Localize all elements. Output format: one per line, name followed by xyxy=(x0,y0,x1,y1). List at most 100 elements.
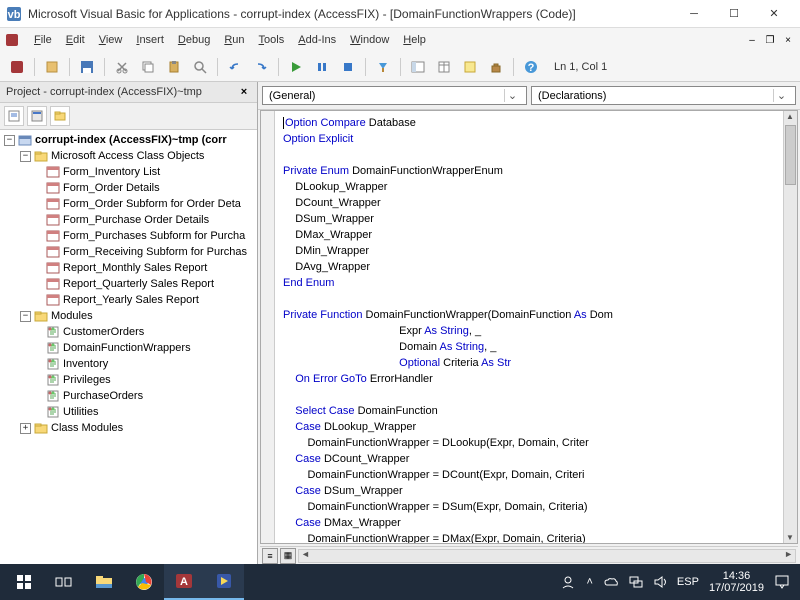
menu-view[interactable]: View xyxy=(93,32,129,48)
full-module-view-button[interactable]: ▦ xyxy=(280,548,296,564)
start-button[interactable] xyxy=(4,564,44,600)
collapse-icon[interactable]: − xyxy=(20,151,31,162)
volume-icon[interactable] xyxy=(653,575,667,589)
notifications-icon[interactable] xyxy=(774,574,790,590)
tree-item[interactable]: Form_Receiving Subform for Purchas xyxy=(2,244,255,260)
tree-item[interactable]: Report_Monthly Sales Report xyxy=(2,260,255,276)
redo-button[interactable] xyxy=(250,56,272,78)
onedrive-icon[interactable] xyxy=(603,576,619,588)
tree-item[interactable]: Form_Purchase Order Details xyxy=(2,212,255,228)
find-button[interactable] xyxy=(189,56,211,78)
menu-window[interactable]: Window xyxy=(344,32,395,48)
chrome-button[interactable] xyxy=(124,564,164,600)
module-icon xyxy=(46,325,60,339)
insert-button[interactable] xyxy=(41,56,63,78)
collapse-icon[interactable]: − xyxy=(4,135,15,146)
run-button[interactable] xyxy=(285,56,307,78)
access-taskbar-button[interactable]: A xyxy=(164,564,204,600)
tree-item-label: CustomerOrders xyxy=(63,326,144,338)
tree-item[interactable]: DomainFunctionWrappers xyxy=(2,340,255,356)
copy-button[interactable] xyxy=(137,56,159,78)
project-root[interactable]: − corrupt-index (AccessFIX)~tmp (corr xyxy=(2,132,255,148)
tree-item[interactable]: CustomerOrders xyxy=(2,324,255,340)
maximize-button[interactable]: ☐ xyxy=(714,1,754,27)
menu-file[interactable]: FFileile xyxy=(28,32,58,48)
people-icon[interactable] xyxy=(560,574,576,590)
save-button[interactable] xyxy=(76,56,98,78)
tree-item-label: DomainFunctionWrappers xyxy=(63,342,191,354)
tree-item[interactable]: Form_Purchases Subform for Purcha xyxy=(2,228,255,244)
network-icon[interactable] xyxy=(629,575,643,589)
task-view-button[interactable] xyxy=(44,564,84,600)
reset-button[interactable] xyxy=(337,56,359,78)
collapse-icon[interactable]: − xyxy=(20,311,31,322)
view-access-button[interactable] xyxy=(6,56,28,78)
menu-tools[interactable]: Tools xyxy=(253,32,291,48)
form-icon xyxy=(46,165,60,179)
menu-run[interactable]: Run xyxy=(218,32,250,48)
toolbox-button[interactable] xyxy=(485,56,507,78)
mdi-minimize[interactable]: – xyxy=(744,33,760,47)
svg-text:A: A xyxy=(180,576,188,588)
expand-icon[interactable]: + xyxy=(20,423,31,434)
mdi-close[interactable]: × xyxy=(780,33,796,47)
tree-item-label: Form_Order Subform for Order Deta xyxy=(63,198,241,210)
tree-item[interactable]: Utilities xyxy=(2,404,255,420)
tree-item-label: Utilities xyxy=(63,406,98,418)
tree-item[interactable]: Form_Inventory List xyxy=(2,164,255,180)
menu-edit[interactable]: Edit xyxy=(60,32,91,48)
procedure-view-button[interactable]: ≡ xyxy=(262,548,278,564)
folder-class-modules[interactable]: + Class Modules xyxy=(2,420,255,436)
language-indicator[interactable]: ESP xyxy=(677,576,699,588)
project-explorer-button[interactable] xyxy=(407,56,429,78)
tree-item[interactable]: Form_Order Details xyxy=(2,180,255,196)
tray-chevron-icon[interactable]: ˄ xyxy=(586,576,592,588)
module-icon xyxy=(46,389,60,403)
paste-button[interactable] xyxy=(163,56,185,78)
view-object-button[interactable] xyxy=(27,106,47,126)
code-editor[interactable]: Option Compare Database Option Explicit … xyxy=(275,111,783,543)
folder-class-objects[interactable]: − Microsoft Access Class Objects xyxy=(2,148,255,164)
menu-debug[interactable]: Debug xyxy=(172,32,216,48)
menu-help[interactable]: Help xyxy=(397,32,432,48)
tree-item-label: Form_Receiving Subform for Purchas xyxy=(63,246,247,258)
object-combo[interactable]: (General) ⌄ xyxy=(262,86,527,105)
menu-insert[interactable]: Insert xyxy=(130,32,170,48)
form-icon xyxy=(46,245,60,259)
procedure-combo[interactable]: (Declarations) ⌄ xyxy=(531,86,796,105)
form-icon xyxy=(46,293,60,307)
tree-item[interactable]: Report_Yearly Sales Report xyxy=(2,292,255,308)
app-taskbar-button[interactable] xyxy=(204,564,244,600)
menu-addins[interactable]: Add-Ins xyxy=(292,32,342,48)
titlebar: vb Microsoft Visual Basic for Applicatio… xyxy=(0,0,800,28)
pane-close-button[interactable]: × xyxy=(237,85,251,99)
view-code-button[interactable] xyxy=(4,106,24,126)
break-button[interactable] xyxy=(311,56,333,78)
horizontal-scrollbar[interactable] xyxy=(298,549,796,563)
tree-item[interactable]: Inventory xyxy=(2,356,255,372)
help-button[interactable]: ? xyxy=(520,56,542,78)
folder-modules[interactable]: − Modules xyxy=(2,308,255,324)
tree-item[interactable]: Report_Quarterly Sales Report xyxy=(2,276,255,292)
close-button[interactable]: ✕ xyxy=(754,1,794,27)
design-mode-button[interactable] xyxy=(372,56,394,78)
tree-item[interactable]: PurchaseOrders xyxy=(2,388,255,404)
module-icon xyxy=(46,357,60,371)
object-browser-button[interactable] xyxy=(459,56,481,78)
tree-item[interactable]: Form_Order Subform for Order Deta xyxy=(2,196,255,212)
vertical-scrollbar[interactable] xyxy=(783,111,797,543)
project-explorer: Project - corrupt-index (AccessFIX)~tmp … xyxy=(0,82,258,564)
mdi-restore[interactable]: ❐ xyxy=(762,33,778,47)
code-body: Option Compare Database Option Explicit … xyxy=(260,110,798,544)
folder-label: Modules xyxy=(51,310,93,322)
file-explorer-button[interactable] xyxy=(84,564,124,600)
tree-item[interactable]: Privileges xyxy=(2,372,255,388)
properties-button[interactable] xyxy=(433,56,455,78)
undo-button[interactable] xyxy=(224,56,246,78)
chevron-down-icon: ⌄ xyxy=(773,89,789,102)
project-tree[interactable]: − corrupt-index (AccessFIX)~tmp (corr − … xyxy=(0,130,257,564)
cut-button[interactable] xyxy=(111,56,133,78)
clock[interactable]: 14:36 17/07/2019 xyxy=(709,570,764,594)
toggle-folders-button[interactable] xyxy=(50,106,70,126)
minimize-button[interactable]: ─ xyxy=(674,1,714,27)
